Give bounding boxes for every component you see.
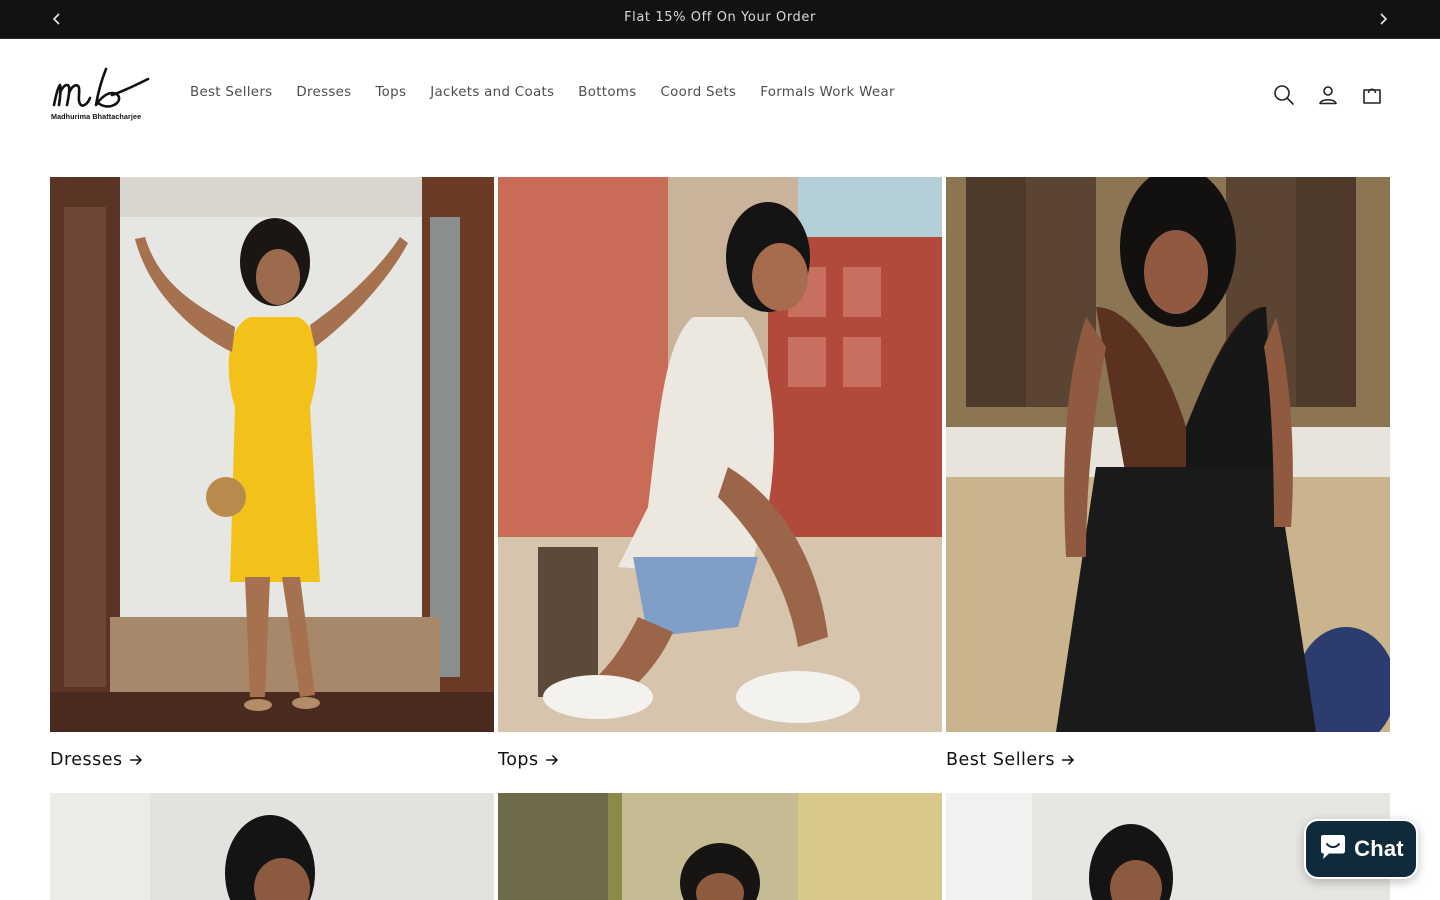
header-icons xyxy=(1270,81,1402,109)
collection-title[interactable]: Best Sellers xyxy=(946,750,1075,771)
chat-label: Chat xyxy=(1354,836,1404,861)
collection-image-tops[interactable] xyxy=(498,177,942,732)
chevron-right-icon[interactable] xyxy=(1375,11,1391,27)
account-icon[interactable] xyxy=(1314,81,1342,109)
collection-card-best-sellers[interactable]: Best Sellers xyxy=(946,177,1390,770)
collection-title[interactable]: Tops xyxy=(498,750,559,771)
collection-card-row2-2[interactable] xyxy=(498,793,942,900)
nav-item-best-sellers[interactable]: Best Sellers xyxy=(178,85,284,100)
collection-image[interactable] xyxy=(498,793,942,900)
search-icon[interactable] xyxy=(1270,81,1298,109)
nav-item-coord-sets[interactable]: Coord Sets xyxy=(648,85,748,100)
cart-icon[interactable] xyxy=(1358,81,1386,109)
chat-button[interactable]: Chat xyxy=(1304,819,1418,879)
site-header: Madhurima Bhattacharjee Best Sellers Dre… xyxy=(0,39,1440,149)
nav-item-bottoms[interactable]: Bottoms xyxy=(566,85,648,100)
arrow-right-icon xyxy=(129,751,143,771)
announcement-text: Flat 15% Off On Your Order xyxy=(624,10,816,25)
nav-item-jackets-and-coats[interactable]: Jackets and Coats xyxy=(418,85,566,100)
collection-card-row2-1[interactable] xyxy=(50,793,494,900)
announcement-bar: Flat 15% Off On Your Order xyxy=(0,0,1440,39)
logo-mark-icon xyxy=(52,67,150,108)
nav-item-dresses[interactable]: Dresses xyxy=(284,85,363,100)
arrow-right-icon xyxy=(545,751,559,771)
brand-name: Madhurima Bhattacharjee xyxy=(51,112,142,121)
arrow-right-icon xyxy=(1061,751,1075,771)
collection-image[interactable] xyxy=(50,793,494,900)
main-nav: Best Sellers Dresses Tops Jackets and Co… xyxy=(178,85,907,100)
brand-logo[interactable]: Madhurima Bhattacharjee xyxy=(50,65,152,123)
collection-title[interactable]: Dresses xyxy=(50,750,143,771)
collection-image-best-sellers[interactable] xyxy=(946,177,1390,732)
nav-item-formals-work-wear[interactable]: Formals Work Wear xyxy=(748,85,907,100)
nav-item-tops[interactable]: Tops xyxy=(363,85,418,100)
collection-card-tops[interactable]: Tops xyxy=(498,177,942,770)
collection-image-dresses[interactable] xyxy=(50,177,494,732)
chat-bubble-icon xyxy=(1318,833,1348,865)
collection-card-dresses[interactable]: Dresses xyxy=(50,177,494,770)
